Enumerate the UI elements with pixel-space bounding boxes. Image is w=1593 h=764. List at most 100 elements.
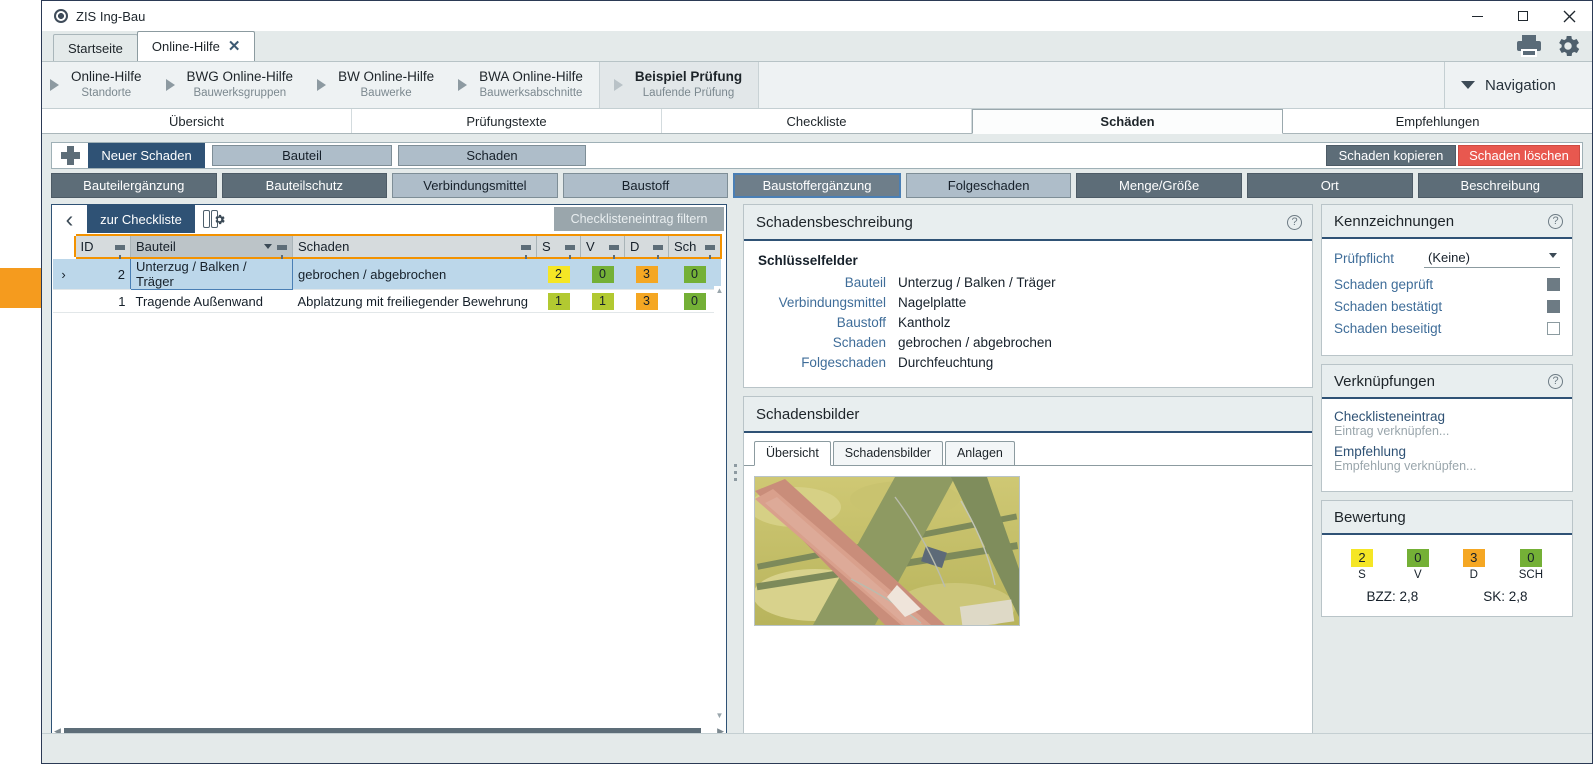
bewertung-header: Bewertung	[1322, 501, 1572, 535]
table-header-row: ID Bauteil Schaden	[53, 235, 721, 258]
breadcrumb-sub: Bauwerksabschnitte	[480, 86, 583, 100]
image-tab-schadensbilder[interactable]: Schadensbilder	[833, 441, 943, 465]
schaden-button[interactable]: Schaden	[398, 145, 586, 166]
help-icon[interactable]: ?	[1287, 215, 1302, 230]
link-checklisteneintrag[interactable]: Checklisteneintrag	[1334, 409, 1560, 424]
btn-bauteilergaenzung[interactable]: Bauteilergänzung	[51, 173, 217, 198]
rating-key: SCH	[1519, 569, 1543, 581]
link-empfehlung-hint[interactable]: Empfehlung verknüpfen...	[1334, 459, 1560, 473]
btn-folgeschaden[interactable]: Folgeschaden	[906, 173, 1072, 198]
check-schaden-geprueft[interactable]: Schaden geprüft	[1334, 277, 1560, 292]
table-vertical-scrollbar[interactable]: ▲ ▼	[714, 286, 725, 720]
th-bauteil[interactable]: Bauteil	[131, 235, 293, 258]
checkbox-icon[interactable]	[1547, 278, 1560, 291]
row-expander-icon[interactable]	[53, 290, 75, 313]
maximize-button[interactable]	[1500, 1, 1546, 31]
btn-menge-groesse[interactable]: Menge/Größe	[1076, 173, 1242, 198]
key-field-value: Unterzug / Balken / Träger	[898, 275, 1056, 290]
cell-v: 1	[581, 290, 625, 313]
checkbox-icon[interactable]	[1547, 300, 1560, 313]
damage-photo-thumbnail[interactable]	[754, 476, 1020, 626]
checkbox-icon[interactable]	[1547, 322, 1560, 335]
tab-uebersicht[interactable]: Übersicht	[42, 109, 352, 133]
pruefpflicht-select[interactable]: (Keine)	[1424, 249, 1560, 268]
btn-verbindungsmittel[interactable]: Verbindungsmittel	[392, 173, 558, 198]
link-empfehlung[interactable]: Empfehlung	[1334, 444, 1560, 459]
row-expander-icon[interactable]: ›	[53, 258, 75, 290]
breadcrumb-item-bauwerke[interactable]: BW Online-Hilfe Bauwerke	[309, 62, 450, 108]
back-arrow-icon[interactable]: ‹	[52, 205, 87, 233]
scroll-down-icon[interactable]: ▼	[714, 711, 725, 720]
bauteil-button[interactable]: Bauteil	[212, 145, 392, 166]
breadcrumb-item-bauwerksabschnitte[interactable]: BWA Online-Hilfe Bauwerksabschnitte	[450, 62, 599, 108]
rating-summary: BZZ: 2,8 SK: 2,8	[1334, 589, 1560, 604]
filter-icon[interactable]	[653, 245, 663, 250]
filter-icon[interactable]	[115, 245, 125, 250]
column-settings-button[interactable]	[195, 205, 233, 233]
th-d[interactable]: D	[625, 235, 669, 258]
cell-id: 1	[75, 290, 131, 313]
delete-damage-button[interactable]: Schaden löschen	[1458, 145, 1580, 166]
filter-icon[interactable]	[565, 245, 575, 250]
th-sch[interactable]: Sch	[669, 235, 721, 258]
main-tab-bar: Übersicht Prüfungstexte Checkliste Schäd…	[42, 109, 1592, 134]
check-schaden-bestaetigt[interactable]: Schaden bestätigt	[1334, 299, 1560, 314]
filter-icon[interactable]	[705, 245, 715, 250]
check-schaden-beseitigt[interactable]: Schaden beseitigt	[1334, 321, 1560, 336]
workspace: Neuer Schaden Bauteil Schaden Schaden ko…	[42, 134, 1592, 750]
gear-icon[interactable]	[1554, 32, 1582, 60]
to-checklist-button[interactable]: zur Checkliste	[87, 205, 195, 233]
breadcrumb: Online-Hilfe Standorte BWG Online-Hilfe …	[42, 62, 1592, 109]
close-button[interactable]	[1546, 1, 1592, 31]
th-s[interactable]: S	[537, 235, 581, 258]
help-icon[interactable]: ?	[1548, 214, 1563, 229]
verknuepfungen-header: Verknüpfungen ?	[1322, 365, 1572, 399]
chevron-right-icon	[50, 79, 59, 91]
image-tab-anlagen[interactable]: Anlagen	[945, 441, 1015, 465]
tab-checkliste[interactable]: Checkliste	[662, 109, 972, 133]
btn-bauteilschutz[interactable]: Bauteilschutz	[222, 173, 388, 198]
navigation-dropdown[interactable]: Navigation	[1444, 62, 1592, 108]
filter-input-area[interactable]	[233, 205, 554, 233]
tab-schaeden[interactable]: Schäden	[972, 109, 1283, 134]
minimize-button[interactable]	[1454, 1, 1500, 31]
help-icon[interactable]: ?	[1548, 374, 1563, 389]
image-tab-uebersicht[interactable]: Übersicht	[754, 441, 831, 466]
tab-empfehlungen[interactable]: Empfehlungen	[1283, 109, 1592, 133]
tab-startseite[interactable]: Startseite	[53, 34, 138, 61]
rating-d: 3 D	[1463, 549, 1485, 581]
th-schaden[interactable]: Schaden	[293, 235, 537, 258]
tab-label: Prüfungstexte	[466, 114, 546, 129]
tab-pruefungstexte[interactable]: Prüfungstexte	[352, 109, 662, 133]
panel-splitter[interactable]	[727, 204, 743, 741]
key-field-row: Schaden gebrochen / abgebrochen	[758, 335, 1298, 350]
th-rowselector	[53, 235, 75, 258]
tab-close-icon[interactable]: ✕	[228, 39, 241, 54]
panel-title: Kennzeichnungen	[1334, 213, 1454, 230]
breadcrumb-item-bauwerksgruppen[interactable]: BWG Online-Hilfe Bauwerksgruppen	[158, 62, 310, 108]
table-row[interactable]: 1 Tragende Außenwand Abplatzung mit frei…	[53, 290, 721, 313]
sort-descending-icon[interactable]	[264, 244, 272, 249]
printer-icon[interactable]	[1516, 34, 1542, 58]
damage-description-header: Schadensbeschreibung ?	[744, 205, 1312, 241]
rating-badge: 2	[1351, 549, 1373, 567]
link-checklisteneintrag-hint[interactable]: Eintrag verknüpfen...	[1334, 424, 1560, 438]
filter-icon[interactable]	[277, 245, 287, 250]
tab-online-hilfe[interactable]: Online-Hilfe ✕	[137, 31, 256, 61]
copy-damage-button[interactable]: Schaden kopieren	[1326, 145, 1456, 166]
breadcrumb-item-standorte[interactable]: Online-Hilfe Standorte	[42, 62, 158, 108]
filter-checklist-entry-button[interactable]: Checklisteneintrag filtern	[554, 207, 724, 231]
th-id[interactable]: ID	[75, 235, 131, 258]
breadcrumb-item-beispiel-pruefung[interactable]: Beispiel Prüfung Laufende Prüfung	[599, 62, 759, 108]
table-row[interactable]: › 2 Unterzug / Balken / Träger gebrochen…	[53, 258, 721, 290]
btn-beschreibung[interactable]: Beschreibung	[1418, 173, 1584, 198]
btn-baustoffergaenzung[interactable]: Baustoffergänzung	[733, 173, 901, 198]
btn-ort[interactable]: Ort	[1247, 173, 1413, 198]
th-v[interactable]: V	[581, 235, 625, 258]
btn-baustoff[interactable]: Baustoff	[563, 173, 729, 198]
filter-icon[interactable]	[609, 245, 619, 250]
new-damage-button[interactable]: Neuer Schaden	[88, 143, 205, 168]
filter-icon[interactable]	[521, 245, 531, 250]
add-damage-icon-button[interactable]	[52, 143, 88, 168]
scroll-up-icon[interactable]: ▲	[714, 286, 725, 295]
